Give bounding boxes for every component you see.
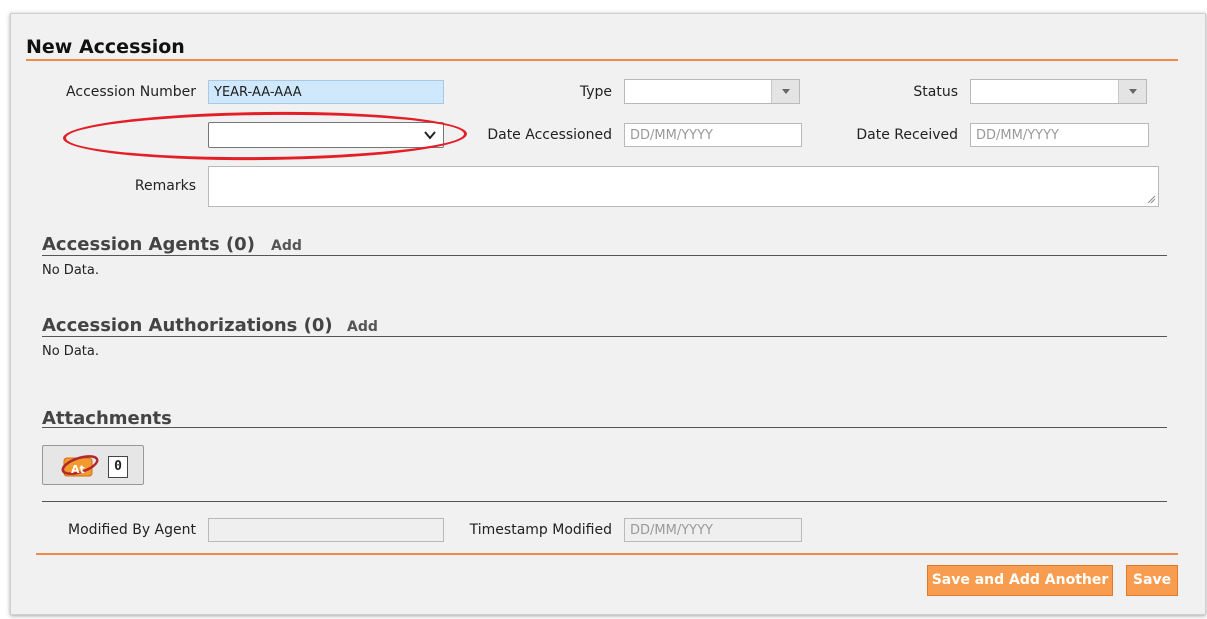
- status-select[interactable]: [970, 79, 1147, 104]
- audit-divider: [42, 501, 1167, 502]
- timestamp-modified-label: Timestamp Modified: [469, 522, 612, 538]
- status-dropdown-button[interactable]: [1118, 80, 1146, 103]
- remarks-textarea[interactable]: [208, 166, 1159, 207]
- timestamp-modified-input: [624, 518, 802, 542]
- svg-text:At: At: [71, 463, 85, 476]
- date-accessioned-label: Date Accessioned: [487, 127, 612, 143]
- type-dropdown-button[interactable]: [771, 80, 799, 103]
- agents-divider: [42, 255, 1167, 256]
- save-button[interactable]: Save: [1126, 565, 1178, 596]
- save-and-add-another-button[interactable]: Save and Add Another: [927, 565, 1113, 596]
- modified-by-input: [208, 518, 444, 542]
- type-label: Type: [579, 84, 612, 100]
- attachments-button[interactable]: At 0: [42, 445, 144, 485]
- add-agent-link[interactable]: Add: [271, 238, 302, 254]
- page-title: New Accession: [26, 36, 185, 58]
- attachments-heading: Attachments: [42, 408, 172, 429]
- authorizations-empty-text: No Data.: [42, 344, 99, 359]
- date-received-input[interactable]: [970, 123, 1149, 147]
- resize-grip-icon[interactable]: [1146, 194, 1156, 204]
- authorizations-divider: [42, 336, 1167, 337]
- footer-divider: [36, 553, 1178, 555]
- dropdown-arrow-icon: [781, 89, 790, 94]
- agents-empty-text: No Data.: [42, 263, 99, 278]
- dropdown-arrow-icon: [1128, 89, 1137, 94]
- add-authorization-link[interactable]: Add: [347, 319, 378, 335]
- attachment-icon: At: [61, 455, 99, 477]
- type-select[interactable]: [624, 79, 800, 104]
- accession-agents-heading: Accession Agents (0): [42, 234, 255, 255]
- status-label: Status: [913, 84, 958, 100]
- date-received-label: Date Received: [856, 127, 958, 143]
- title-divider: [26, 59, 1178, 61]
- remarks-label: Remarks: [134, 178, 196, 194]
- modified-by-label: Modified By Agent: [68, 522, 196, 538]
- accession-number-label: Accession Number: [66, 84, 196, 100]
- accession-number-input[interactable]: [208, 80, 444, 104]
- attachment-count: 0: [108, 456, 128, 478]
- date-accessioned-input[interactable]: [624, 123, 802, 147]
- attachments-divider: [42, 427, 1167, 428]
- accession-authorizations-heading: Accession Authorizations (0): [42, 315, 333, 336]
